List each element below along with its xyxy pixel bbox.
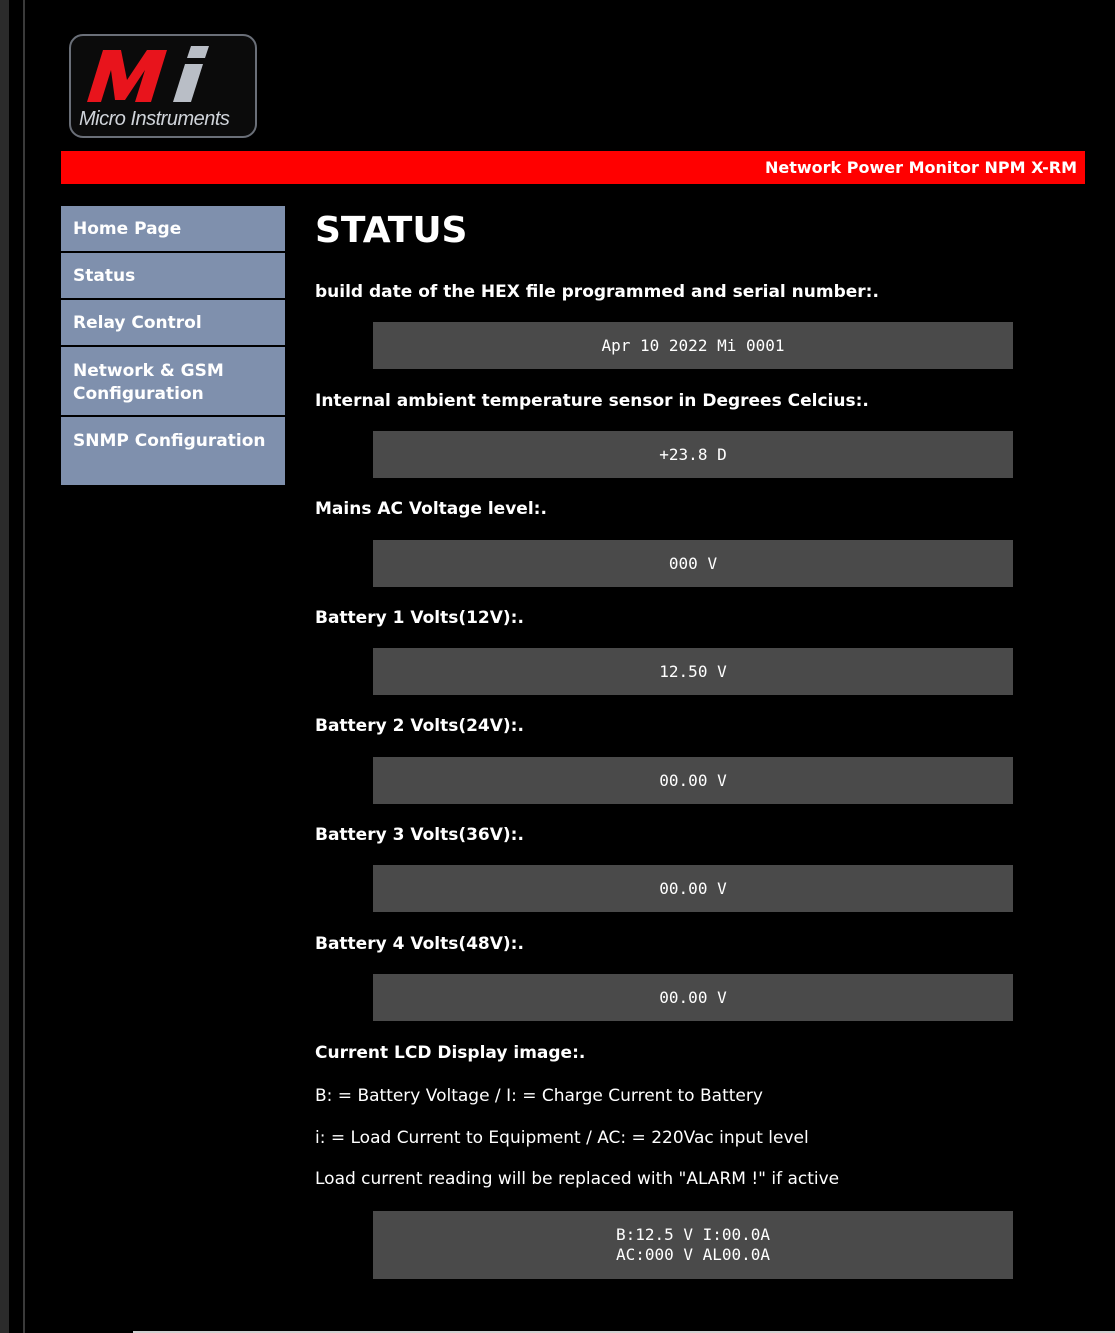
logo: Micro Instruments bbox=[69, 34, 257, 138]
page-title: STATUS bbox=[315, 210, 468, 251]
sidebar-item-status[interactable]: Status bbox=[61, 253, 285, 300]
sidebar-item-snmp[interactable]: SNMP Configuration bbox=[61, 417, 285, 487]
battery-2-value: 00.00 V bbox=[373, 757, 1013, 804]
logo-text: Micro Instruments bbox=[79, 108, 230, 130]
mains-ac-label: Mains AC Voltage level:. bbox=[315, 499, 547, 519]
sidebar-nav: Home Page Status Relay Control Network &… bbox=[61, 206, 285, 487]
battery-3-value: 00.00 V bbox=[373, 865, 1013, 912]
temperature-value: +23.8 D bbox=[373, 431, 1013, 478]
page-frame: Micro Instruments Network Power Monitor … bbox=[0, 0, 1115, 1333]
temperature-label: Internal ambient temperature sensor in D… bbox=[315, 391, 869, 411]
sidebar-item-home-page[interactable]: Home Page bbox=[61, 206, 285, 253]
lcd-note: i: = Load Current to Equipment / AC: = 2… bbox=[315, 1128, 809, 1148]
lcd-note: Load current reading will be replaced wi… bbox=[315, 1169, 840, 1189]
battery-4-label: Battery 4 Volts(48V):. bbox=[315, 934, 524, 954]
lcd-label: Current LCD Display image:. bbox=[315, 1043, 586, 1063]
sidebar-item-network-gsm[interactable]: Network & GSM Configuration bbox=[61, 347, 285, 417]
build-date-value: Apr 10 2022 Mi 0001 bbox=[373, 322, 1013, 369]
mi-logo-icon bbox=[87, 46, 209, 102]
battery-4-value: 00.00 V bbox=[373, 974, 1013, 1021]
lcd-note: B: = Battery Voltage / I: = Charge Curre… bbox=[315, 1086, 763, 1106]
battery-2-label: Battery 2 Volts(24V):. bbox=[315, 716, 524, 736]
product-title: Network Power Monitor NPM X-RM bbox=[765, 158, 1077, 177]
sidebar-item-relay-control[interactable]: Relay Control bbox=[61, 300, 285, 347]
battery-3-label: Battery 3 Volts(36V):. bbox=[315, 825, 524, 845]
build-date-label: build date of the HEX file programmed an… bbox=[315, 282, 879, 302]
lcd-line-2: AC:000 V AL00.0A bbox=[615, 1245, 771, 1264]
lcd-line-1: B:12.5 V I:00.0A bbox=[615, 1225, 771, 1244]
battery-1-label: Battery 1 Volts(12V):. bbox=[315, 608, 524, 628]
mains-ac-value: 000 V bbox=[373, 540, 1013, 587]
lcd-display: B:12.5 V I:00.0A AC:000 V AL00.0A bbox=[373, 1211, 1013, 1279]
frame-border bbox=[23, 0, 25, 1333]
battery-1-value: 12.50 V bbox=[373, 648, 1013, 695]
header-banner: Network Power Monitor NPM X-RM bbox=[61, 151, 1085, 184]
